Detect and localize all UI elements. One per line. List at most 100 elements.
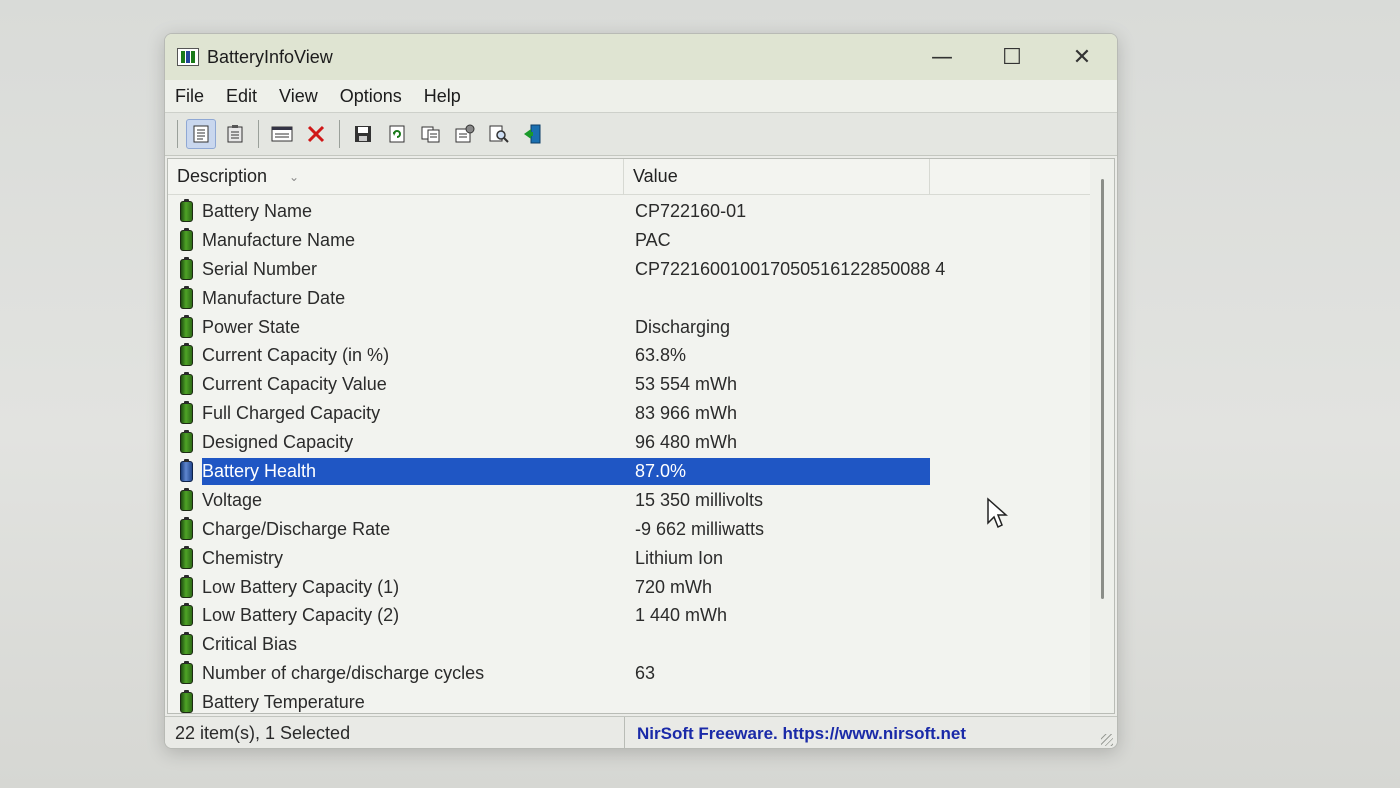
table-row[interactable]: Battery Health 87.0% bbox=[168, 457, 1114, 486]
menu-help[interactable]: Help bbox=[424, 86, 472, 107]
table-row[interactable]: Manufacture Date bbox=[168, 284, 1114, 313]
table-row[interactable]: Current Capacity (in %) 63.8% bbox=[168, 341, 1114, 370]
options-button[interactable] bbox=[450, 119, 480, 149]
table-row[interactable]: Voltage 15 350 millivolts bbox=[168, 486, 1114, 515]
menu-view[interactable]: View bbox=[279, 86, 329, 107]
column-label-value: Value bbox=[633, 166, 678, 186]
column-header-description[interactable]: Description ⌄ bbox=[168, 159, 624, 195]
save-icon bbox=[355, 126, 371, 142]
list-header: Description ⌄ Value bbox=[168, 159, 1114, 195]
row-description: Chemistry bbox=[202, 547, 284, 568]
exit-button[interactable] bbox=[518, 119, 548, 149]
battery-icon bbox=[180, 574, 193, 598]
table-row[interactable]: Low Battery Capacity (2) 1 440 mWh bbox=[168, 601, 1114, 630]
sort-indicator-icon: ⌄ bbox=[289, 169, 300, 184]
row-description: Low Battery Capacity (1) bbox=[202, 576, 400, 597]
table-row[interactable]: Critical Bias bbox=[168, 630, 1114, 659]
html-report-button[interactable] bbox=[220, 119, 250, 149]
row-value: CP722160-01 bbox=[635, 200, 747, 221]
battery-icon bbox=[180, 401, 193, 425]
battery-icon bbox=[180, 545, 193, 569]
toolbar bbox=[165, 112, 1117, 156]
title-bar[interactable]: BatteryInfoView — ☐ ✕ bbox=[165, 34, 1117, 80]
maximize-button[interactable]: ☐ bbox=[977, 34, 1047, 80]
list-rows: Battery Name CP722160-01 Manufacture Name P… bbox=[168, 197, 1114, 713]
table-row[interactable]: Charge/Discharge Rate -9 662 milliwatts bbox=[168, 515, 1114, 544]
menu-edit[interactable]: Edit bbox=[226, 86, 268, 107]
minimize-button[interactable]: — bbox=[907, 34, 977, 80]
status-bar: 22 item(s), 1 Selected NirSoft Freeware.… bbox=[165, 716, 1117, 748]
row-value: 63 bbox=[635, 663, 656, 684]
column-label-description: Description bbox=[177, 166, 268, 186]
battery-icon bbox=[180, 632, 193, 656]
menu-bar: File Edit View Options Help bbox=[165, 80, 1117, 112]
close-button[interactable]: ✕ bbox=[1047, 34, 1117, 80]
table-row[interactable]: Battery Temperature bbox=[168, 688, 1114, 713]
row-value: PAC bbox=[635, 229, 671, 250]
report-view-button[interactable] bbox=[186, 119, 216, 149]
app-icon bbox=[177, 48, 199, 66]
vertical-scrollbar[interactable] bbox=[1090, 159, 1114, 713]
copy-button[interactable] bbox=[416, 119, 446, 149]
table-row[interactable]: Chemistry Lithium Ion bbox=[168, 544, 1114, 573]
table-row[interactable]: Battery Name CP722160-01 bbox=[168, 197, 1114, 226]
properties-window-button[interactable] bbox=[267, 119, 297, 149]
table-row[interactable]: Current Capacity Value 53 554 mWh bbox=[168, 370, 1114, 399]
row-description: Full Charged Capacity bbox=[202, 403, 381, 424]
options-icon bbox=[455, 124, 475, 143]
row-description: Battery Name bbox=[202, 200, 313, 221]
column-header-value[interactable]: Value bbox=[624, 159, 930, 195]
find-button[interactable] bbox=[484, 119, 514, 149]
row-description: Battery Temperature bbox=[202, 692, 365, 713]
table-row[interactable]: Serial Number CP7221600100170505161228500… bbox=[168, 255, 1114, 284]
battery-icon bbox=[180, 603, 193, 627]
row-description: Current Capacity Value bbox=[202, 374, 387, 395]
battery-icon bbox=[180, 459, 193, 483]
save-button[interactable] bbox=[348, 119, 378, 149]
nirsoft-link[interactable]: NirSoft Freeware. https://www.nirsoft.ne… bbox=[625, 724, 966, 744]
row-description: Number of charge/discharge cycles bbox=[202, 663, 485, 684]
table-row[interactable]: Full Charged Capacity 83 966 mWh bbox=[168, 399, 1114, 428]
window-controls: — ☐ ✕ bbox=[907, 34, 1117, 80]
menu-file[interactable]: File bbox=[175, 86, 215, 107]
table-row[interactable]: Low Battery Capacity (1) 720 mWh bbox=[168, 573, 1114, 602]
battery-info-list[interactable]: Description ⌄ Value Battery Name CP722160… bbox=[167, 158, 1115, 714]
row-value: 63.8% bbox=[635, 345, 687, 366]
row-value: 83 966 mWh bbox=[635, 403, 738, 424]
battery-icon bbox=[180, 487, 193, 511]
scrollbar-thumb[interactable] bbox=[1101, 179, 1104, 599]
delete-icon bbox=[307, 125, 325, 143]
battery-icon bbox=[180, 285, 193, 309]
battery-icon bbox=[180, 256, 193, 280]
menu-options[interactable]: Options bbox=[340, 86, 413, 107]
row-description: Voltage bbox=[202, 489, 263, 510]
battery-icon bbox=[180, 372, 193, 396]
battery-icon bbox=[180, 430, 193, 454]
toolbar-separator bbox=[339, 120, 340, 148]
row-value: 87.0% bbox=[635, 460, 687, 481]
row-value: Discharging bbox=[635, 316, 731, 337]
row-description: Low Battery Capacity (2) bbox=[202, 605, 400, 626]
battery-icon bbox=[180, 661, 193, 685]
table-row[interactable]: Power State Discharging bbox=[168, 313, 1114, 342]
app-window: BatteryInfoView — ☐ ✕ File Edit View Opt… bbox=[164, 33, 1118, 749]
delete-button[interactable] bbox=[301, 119, 331, 149]
row-description: Battery Health bbox=[202, 460, 317, 481]
table-row[interactable]: Number of charge/discharge cycles 63 bbox=[168, 659, 1114, 688]
battery-icon bbox=[180, 690, 193, 713]
row-value: Lithium Ion bbox=[635, 547, 724, 568]
table-row[interactable]: Designed Capacity 96 480 mWh bbox=[168, 428, 1114, 457]
refresh-button[interactable] bbox=[382, 119, 412, 149]
row-description: Charge/Discharge Rate bbox=[202, 518, 391, 539]
table-row[interactable]: Manufacture Name PAC bbox=[168, 226, 1114, 255]
window-title: BatteryInfoView bbox=[207, 46, 333, 67]
row-description: Current Capacity (in %) bbox=[202, 345, 390, 366]
battery-icon bbox=[180, 516, 193, 540]
row-description: Manufacture Name bbox=[202, 229, 356, 250]
resize-grip-icon[interactable] bbox=[1101, 734, 1113, 746]
row-description: Serial Number bbox=[202, 258, 318, 279]
row-value: 15 350 millivolts bbox=[635, 489, 764, 510]
html-report-icon bbox=[227, 125, 243, 143]
battery-icon bbox=[180, 227, 193, 251]
exit-icon bbox=[524, 124, 541, 144]
